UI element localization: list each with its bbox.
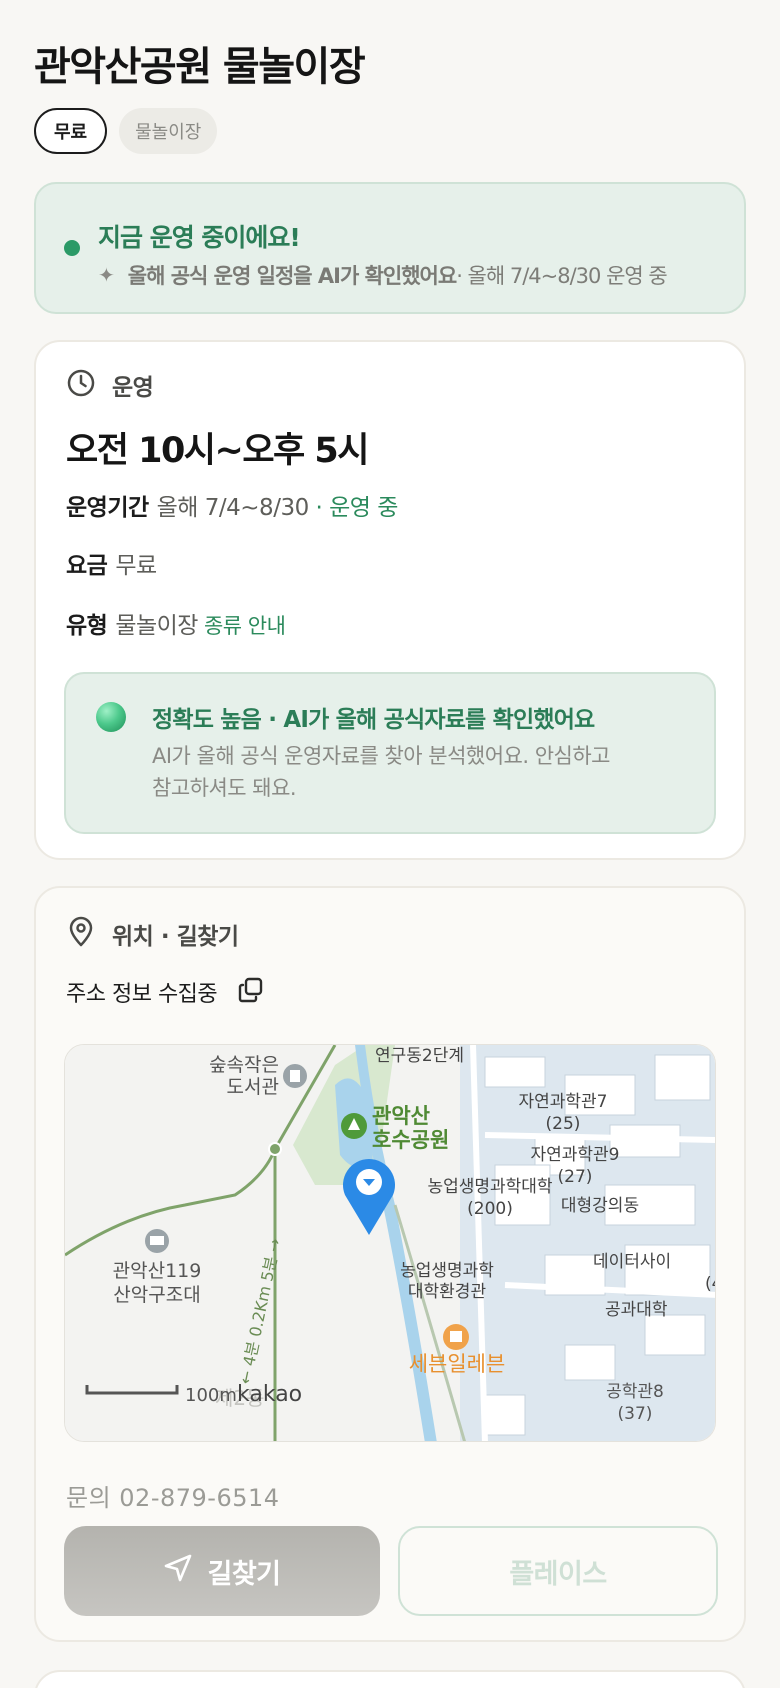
building-block [484, 1056, 546, 1088]
map-label-park: 관악산 [372, 1104, 430, 1128]
map-label-library: 숲속작은 [209, 1054, 279, 1076]
place-button[interactable]: 플레이스 [398, 1526, 718, 1616]
map-label-science7: 자연과학관7 [518, 1092, 607, 1112]
map-label-rescue: 관악산119 [113, 1260, 202, 1282]
type-row: 유형 물놀이장 종류 안내 [66, 606, 286, 640]
rescue-icon-truck [150, 1236, 164, 1245]
map-label-agri: 농업생명과학대학 [427, 1177, 552, 1197]
fee-label: 요금 [66, 553, 108, 579]
type-info-link[interactable]: 종류 안내 [204, 614, 286, 638]
price-tag[interactable]: 무료 [34, 108, 108, 154]
location-section-header: 위치 · 길찾기 [66, 916, 239, 952]
status-source: ✦ 올해 공식 운영 일정을 AI가 확인했어요 · 올해 7/4~8/30 운… [98, 260, 668, 290]
building-block [484, 1394, 526, 1436]
status-source-rest: · 올해 7/4~8/30 운영 중 [456, 264, 668, 288]
category-tag[interactable]: 물놀이장 [119, 108, 218, 154]
map-label-science7: (25) [546, 1114, 581, 1134]
status-banner: 지금 운영 중이에요! ✦ 올해 공식 운영 일정을 AI가 확인했어요 · 올… [34, 182, 746, 314]
operating-hours: 오전 10시~오후 5시 [66, 431, 369, 471]
clock-icon [66, 368, 96, 402]
map-label-agri: (200) [467, 1199, 513, 1219]
map-label-park: 호수공원 [372, 1128, 449, 1152]
period-value: 올해 7/4~8/30 [156, 495, 310, 521]
map-label-library: 도서관 [227, 1076, 279, 1098]
trail-node [268, 1142, 282, 1156]
store-icon-glyph [450, 1331, 462, 1342]
navigation-arrow-icon [163, 1553, 193, 1590]
fee-row: 요금 무료 [66, 546, 157, 580]
map-view[interactable]: 숲속작은 도서관 연구동2단계 관악산 호수공원 자연과학관7 (25) 자연과… [64, 1044, 716, 1442]
directions-button-label: 길찾기 [207, 1558, 281, 1590]
period-status: · 운영 중 [308, 495, 399, 521]
location-card: 위치 · 길찾기 주소 정보 수집중 숲속작은 도서관 연구동2단계 관악산 호… [34, 886, 746, 1642]
period-label: 운영기간 [66, 495, 149, 521]
map-label-eng8: 공학관8 [606, 1382, 664, 1402]
map-scale-label: 100m [185, 1385, 237, 1406]
map-label-rescue: 산악구조대 [113, 1284, 200, 1306]
directions-button[interactable]: 길찾기 [64, 1526, 380, 1616]
location-pin-icon [66, 916, 96, 952]
type-value: 물놀이장 [115, 613, 198, 639]
place-detail-page: 관악산공원 물놀이장 무료 물놀이장 지금 운영 중이에요! ✦ 올해 공식 운… [0, 0, 780, 1688]
sparkle-icon: ✦ [98, 263, 115, 287]
operation-section-label: 운영 [112, 375, 154, 401]
contact-phone[interactable]: 문의 02-879-6514 [66, 1478, 280, 1513]
map-label-research: 연구동2단계 [375, 1046, 464, 1066]
building-block [644, 1314, 706, 1356]
map-label-eng8: (37) [618, 1404, 653, 1424]
operation-section-header: 운영 [66, 368, 154, 402]
accuracy-title: 정확도 높음 · AI가 올해 공식자료를 확인했어요 [152, 707, 595, 733]
operation-card: 운영 오전 10시~오후 5시 운영기간 올해 7/4~8/30 · 운영 중 요… [34, 340, 746, 860]
accuracy-notice: 정확도 높음 · AI가 올해 공식자료를 확인했어요 AI가 올해 공식 운영… [64, 672, 716, 834]
status-dot [64, 240, 80, 256]
map-label-science9: 자연과학관9 [530, 1145, 619, 1165]
building-block [654, 1054, 711, 1101]
fee-value: 무료 [115, 553, 157, 579]
building-block [564, 1344, 616, 1381]
map-label-engineering: 공과대학 [605, 1300, 668, 1320]
map-label-data: (4 [705, 1274, 716, 1294]
accuracy-description: AI가 올해 공식 운영자료를 찾아 분석했어요. 안심하고 참고하셔도 돼요. [152, 740, 652, 804]
address-row: 주소 정보 수집중 [66, 976, 265, 1008]
ai-orb-icon [96, 702, 126, 732]
next-card [34, 1670, 746, 1688]
accuracy-line-2: 참고하셔도 돼요. [152, 776, 297, 800]
tag-list: 무료 물놀이장 [34, 108, 218, 154]
location-section-label: 위치 · 길찾기 [112, 924, 239, 950]
map-label-store: 세븐일레븐 [409, 1352, 506, 1376]
map-brand-logo: kakao [237, 1382, 302, 1407]
type-label: 유형 [66, 613, 108, 639]
map-label-data: 데이터사이 [593, 1252, 671, 1272]
copy-icon[interactable] [237, 976, 265, 1008]
accuracy-line-1: AI가 올해 공식 운영자료를 찾아 분석했어요. 안심하고 [152, 744, 611, 768]
map-label-science9: (27) [558, 1167, 593, 1187]
library-icon-book [290, 1070, 300, 1082]
address-text: 주소 정보 수집중 [66, 982, 218, 1007]
status-source-bold: 올해 공식 운영 일정을 AI가 확인했어요 [127, 264, 457, 288]
map-label-agri-env: 농업생명과학 [400, 1261, 494, 1281]
status-headline: 지금 운영 중이에요! [98, 223, 301, 252]
map-label-agri-env: 대학환경관 [408, 1282, 486, 1302]
period-row: 운영기간 올해 7/4~8/30 · 운영 중 [66, 488, 398, 522]
page-title: 관악산공원 물놀이장 [34, 44, 366, 90]
map-label-lecture: 대형강의동 [561, 1196, 639, 1216]
